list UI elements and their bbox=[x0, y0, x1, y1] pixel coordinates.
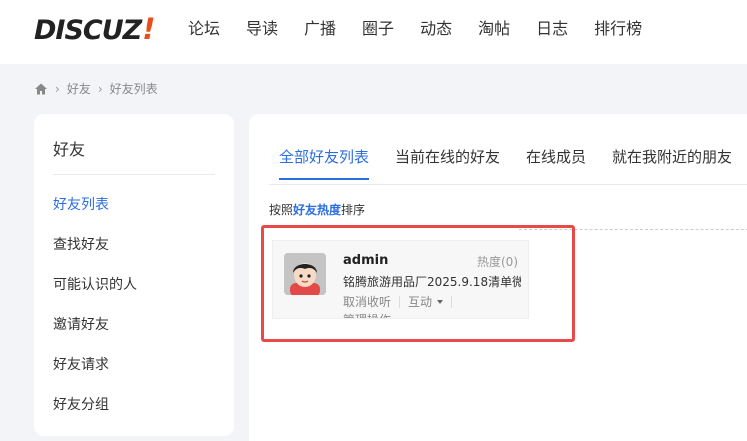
sidebar-item-find-friends[interactable]: 查找好友 bbox=[53, 234, 109, 254]
sort-suffix: 排序 bbox=[341, 203, 366, 217]
sidebar-title: 好友 bbox=[53, 140, 86, 159]
sidebar-item-people-you-may-know[interactable]: 可能认识的人 bbox=[53, 274, 137, 294]
avatar-icon bbox=[284, 253, 326, 295]
nav-item-activity[interactable]: 动态 bbox=[420, 18, 452, 40]
dashed-divider bbox=[519, 229, 747, 230]
chevron-down-icon bbox=[396, 317, 403, 318]
tab-nearby-friends[interactable]: 就在我附近的朋友 bbox=[612, 146, 732, 180]
action-separator bbox=[451, 295, 453, 308]
discuz-logo[interactable]: DISCUZ ! bbox=[34, 12, 156, 46]
sort-key[interactable]: 好友热度 bbox=[293, 203, 341, 217]
sidebar-divider bbox=[53, 174, 215, 175]
friend-tabs: 全部好友列表 当前在线的好友 在线成员 就在我附近的朋友 bbox=[279, 146, 747, 180]
main-panel: 全部好友列表 当前在线的好友 在线成员 就在我附近的朋友 按照好友热度排序 ad… bbox=[249, 114, 747, 441]
top-header: DISCUZ ! 论坛 导读 广播 圈子 动态 淘帖 日志 排行榜 bbox=[0, 0, 747, 64]
manage-label: 管理操作 bbox=[343, 311, 391, 318]
breadcrumb-separator: › bbox=[55, 81, 60, 96]
action-separator bbox=[399, 295, 401, 308]
nav-item-broadcast[interactable]: 广播 bbox=[304, 18, 336, 40]
sidebar: 好友 好友列表 查找好友 可能认识的人 邀请好友 好友请求 好友分组 bbox=[34, 114, 234, 436]
sidebar-item-invite-friends[interactable]: 邀请好友 bbox=[53, 314, 109, 334]
nav-item-guide[interactable]: 导读 bbox=[246, 18, 278, 40]
logo-text: DISCUZ bbox=[34, 15, 142, 46]
main-nav: 论坛 导读 广播 圈子 动态 淘帖 日志 排行榜 bbox=[188, 18, 668, 40]
tab-divider bbox=[269, 184, 747, 185]
unfollow-label: 取消收听 bbox=[343, 295, 392, 309]
nav-item-circle[interactable]: 圈子 bbox=[362, 18, 394, 40]
sidebar-item-friend-groups[interactable]: 好友分组 bbox=[53, 394, 109, 414]
nav-item-collection[interactable]: 淘帖 bbox=[478, 18, 510, 40]
friend-card: admin 热度(0) 铭腾旅游用品厂2025.9.18清单微 取消收听 互动 … bbox=[272, 240, 529, 319]
manage-dropdown[interactable]: 管理操作 bbox=[343, 311, 403, 318]
tab-online-members[interactable]: 在线成员 bbox=[526, 146, 586, 180]
interact-dropdown[interactable]: 互动 bbox=[408, 293, 444, 310]
logo-mark: ! bbox=[142, 12, 156, 46]
nav-item-blog[interactable]: 日志 bbox=[536, 18, 568, 40]
breadcrumb: › 好友 › 好友列表 bbox=[34, 80, 158, 97]
friend-actions: 取消收听 互动 bbox=[343, 293, 460, 310]
friend-heat: 热度(0) bbox=[477, 255, 518, 269]
sort-prefix: 按照 bbox=[269, 203, 294, 217]
breadcrumb-separator: › bbox=[97, 81, 103, 96]
friend-description: 铭腾旅游用品厂2025.9.18清单微 bbox=[343, 275, 521, 289]
friend-name[interactable]: admin bbox=[343, 253, 388, 268]
chevron-down-icon bbox=[437, 299, 444, 304]
unfollow-link[interactable]: 取消收听 bbox=[343, 293, 391, 310]
breadcrumb-friend-list[interactable]: 好友列表 bbox=[110, 80, 158, 97]
tab-all-friends[interactable]: 全部好友列表 bbox=[279, 146, 370, 180]
nav-item-ranking[interactable]: 排行榜 bbox=[594, 18, 642, 40]
home-icon[interactable] bbox=[34, 82, 48, 96]
sort-description: 按照好友热度排序 bbox=[269, 201, 365, 218]
interact-label: 互动 bbox=[408, 295, 433, 309]
sidebar-item-friend-requests[interactable]: 好友请求 bbox=[53, 354, 109, 374]
breadcrumb-friends[interactable]: 好友 bbox=[67, 80, 91, 97]
sidebar-item-friend-list[interactable]: 好友列表 bbox=[53, 194, 109, 214]
nav-item-forum[interactable]: 论坛 bbox=[188, 18, 220, 40]
avatar[interactable] bbox=[284, 253, 326, 295]
tab-online-friends[interactable]: 当前在线的好友 bbox=[395, 146, 500, 180]
